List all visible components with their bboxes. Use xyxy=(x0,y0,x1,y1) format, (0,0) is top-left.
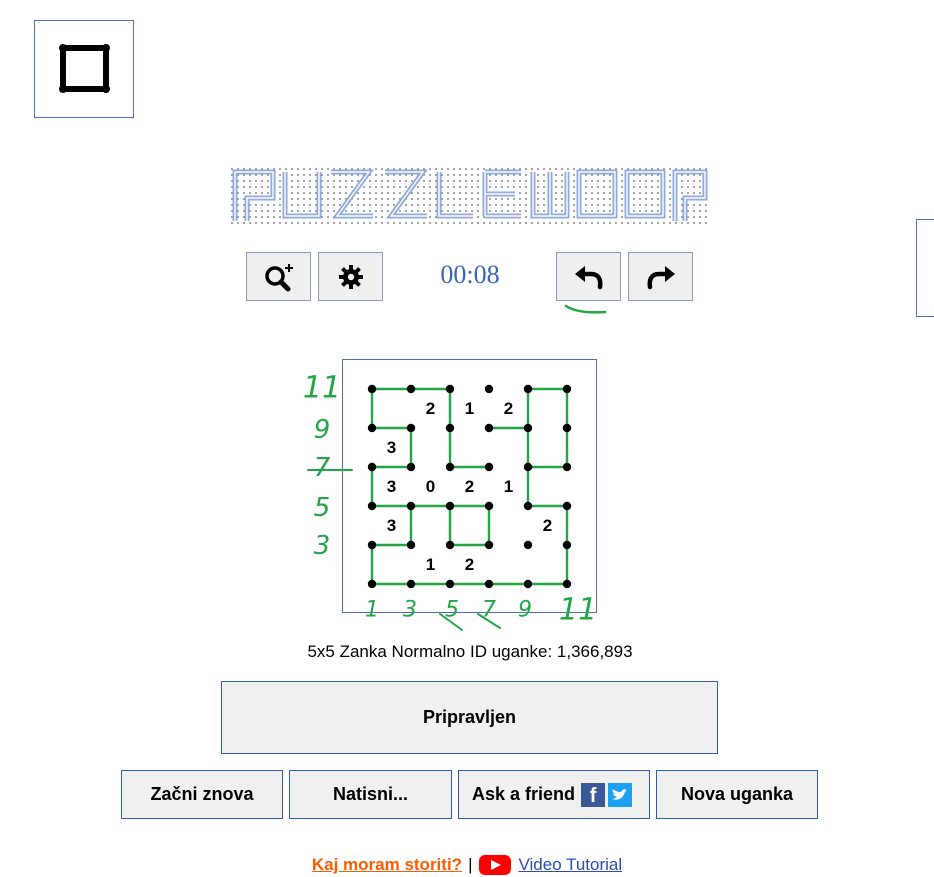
cell-clue[interactable]: 2 xyxy=(543,516,552,535)
handwritten-mark xyxy=(439,613,463,631)
logo-graphic xyxy=(231,168,709,224)
zoom-button[interactable] xyxy=(246,252,311,301)
grid-dot xyxy=(562,540,572,550)
grid-dot xyxy=(484,423,494,433)
grid-dot xyxy=(562,501,572,511)
print-button[interactable]: Natisni... xyxy=(289,770,452,819)
grid-dot xyxy=(523,384,533,394)
help-link[interactable]: Kaj moram storiti? xyxy=(312,855,462,875)
handwritten-row-number: 5 xyxy=(314,493,331,523)
grid-dot xyxy=(406,579,416,589)
grid-dot xyxy=(367,423,377,433)
new-puzzle-button[interactable]: Nova uganka xyxy=(656,770,818,819)
handwritten-row-number: 9 xyxy=(314,415,331,445)
grid-dot xyxy=(367,384,377,394)
grid-dot xyxy=(406,423,416,433)
zoom-in-icon xyxy=(264,263,293,291)
mode-toggle-button[interactable] xyxy=(34,20,134,118)
redo-button[interactable] xyxy=(628,252,693,301)
timer: 00:08 xyxy=(440,260,500,289)
grid-dot xyxy=(523,501,533,511)
gear-icon xyxy=(338,264,363,289)
grid-dot xyxy=(523,423,533,433)
handwritten-underline xyxy=(564,304,607,314)
square-icon xyxy=(59,44,110,93)
grid-dot xyxy=(484,384,494,394)
cell-clue[interactable]: 3 xyxy=(387,477,396,496)
grid-dot xyxy=(406,384,416,394)
grid-dot xyxy=(562,384,572,394)
undo-icon xyxy=(574,265,602,289)
facebook-icon[interactable]: f xyxy=(581,782,606,807)
grid-dot xyxy=(562,579,572,589)
handwritten-row-number: 11 xyxy=(303,371,341,406)
cell-clue[interactable]: 1 xyxy=(504,477,513,496)
settings-button[interactable] xyxy=(318,252,383,301)
grid-dot xyxy=(406,501,416,511)
cell-clue[interactable]: 2 xyxy=(465,555,474,574)
grid-dot xyxy=(523,462,533,472)
site-logo[interactable]: PUZZLE LOOP xyxy=(229,166,711,227)
grid-dot xyxy=(523,540,533,550)
grid-dot xyxy=(367,540,377,550)
handwritten-mark xyxy=(477,613,501,629)
ask-friend-button[interactable]: Ask a friend f xyxy=(458,770,650,819)
ready-button[interactable]: Pripravljen xyxy=(221,681,718,754)
grid-dot xyxy=(484,501,494,511)
handwritten-row-number: 7 xyxy=(314,453,331,483)
cell-clue[interactable]: 2 xyxy=(465,477,474,496)
side-panel-edge xyxy=(916,219,934,317)
grid-dot xyxy=(406,462,416,472)
grid-dot xyxy=(367,462,377,472)
footer: Kaj moram storiti? | Video Tutorial xyxy=(0,853,934,877)
grid-dot xyxy=(367,579,377,589)
grid-dot xyxy=(445,462,455,472)
puzzle-board[interactable]: 2 1 2 3 3 0 2 1 3 2 1 2 xyxy=(342,359,597,613)
redo-icon xyxy=(647,265,675,289)
cell-clue[interactable]: 1 xyxy=(426,555,435,574)
grid-dot xyxy=(367,501,377,511)
cell-clue[interactable]: 3 xyxy=(387,438,396,457)
grid-dot xyxy=(445,579,455,589)
restart-button[interactable]: Začni znova xyxy=(121,770,283,819)
grid-dot xyxy=(484,579,494,589)
grid-dot xyxy=(445,540,455,550)
grid-dot xyxy=(445,501,455,511)
grid-dot xyxy=(562,462,572,472)
grid-dot xyxy=(562,423,572,433)
twitter-icon[interactable] xyxy=(608,782,633,807)
grid-dot xyxy=(445,423,455,433)
cell-clue[interactable]: 2 xyxy=(426,399,435,418)
grid-dot xyxy=(523,579,533,589)
ask-friend-label: Ask a friend xyxy=(472,784,576,804)
grid-dot xyxy=(484,462,494,472)
grid-dot xyxy=(445,384,455,394)
grid-dot xyxy=(406,540,416,550)
puzzle-info: 5x5 Zanka Normalno ID uganke: 1,366,893 xyxy=(307,642,633,661)
cell-clue[interactable]: 2 xyxy=(504,399,513,418)
undo-button[interactable] xyxy=(556,252,621,301)
grid-dot xyxy=(484,540,494,550)
video-tutorial-link[interactable]: Video Tutorial xyxy=(518,855,622,875)
cell-clue[interactable]: 1 xyxy=(465,399,474,418)
cell-clue[interactable]: 3 xyxy=(387,516,396,535)
cell-clue[interactable]: 0 xyxy=(426,477,435,496)
handwritten-row-number: 3 xyxy=(314,531,331,561)
footer-separator: | xyxy=(468,855,473,874)
youtube-icon[interactable] xyxy=(478,853,512,877)
